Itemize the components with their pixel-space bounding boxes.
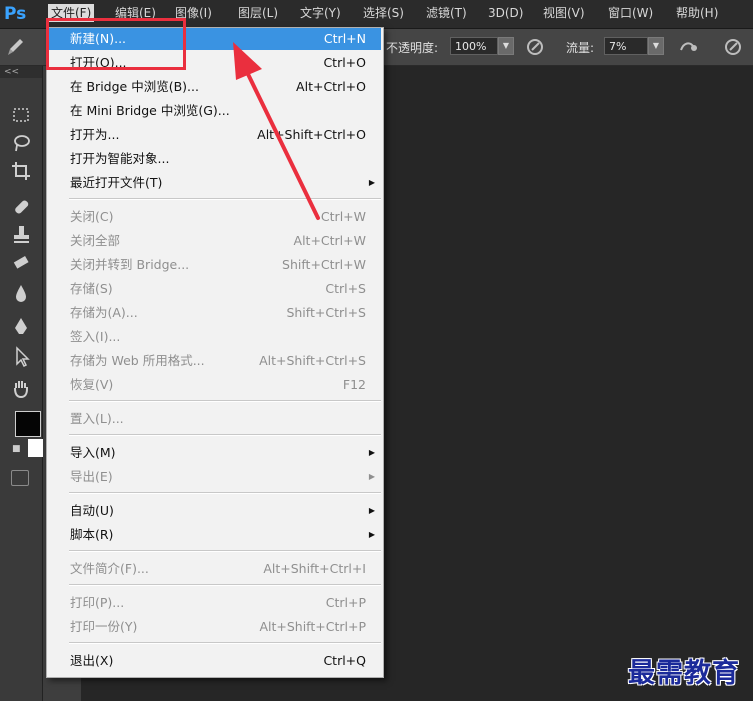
watermark-logo: 最需教育 <box>628 658 740 689</box>
red-arrow-annotation <box>233 42 320 220</box>
photoshop-window: Ps 文件(F) 编辑(E) 图像(I) 图层(L) 文字(Y) 选择(S) 滤… <box>0 0 753 701</box>
